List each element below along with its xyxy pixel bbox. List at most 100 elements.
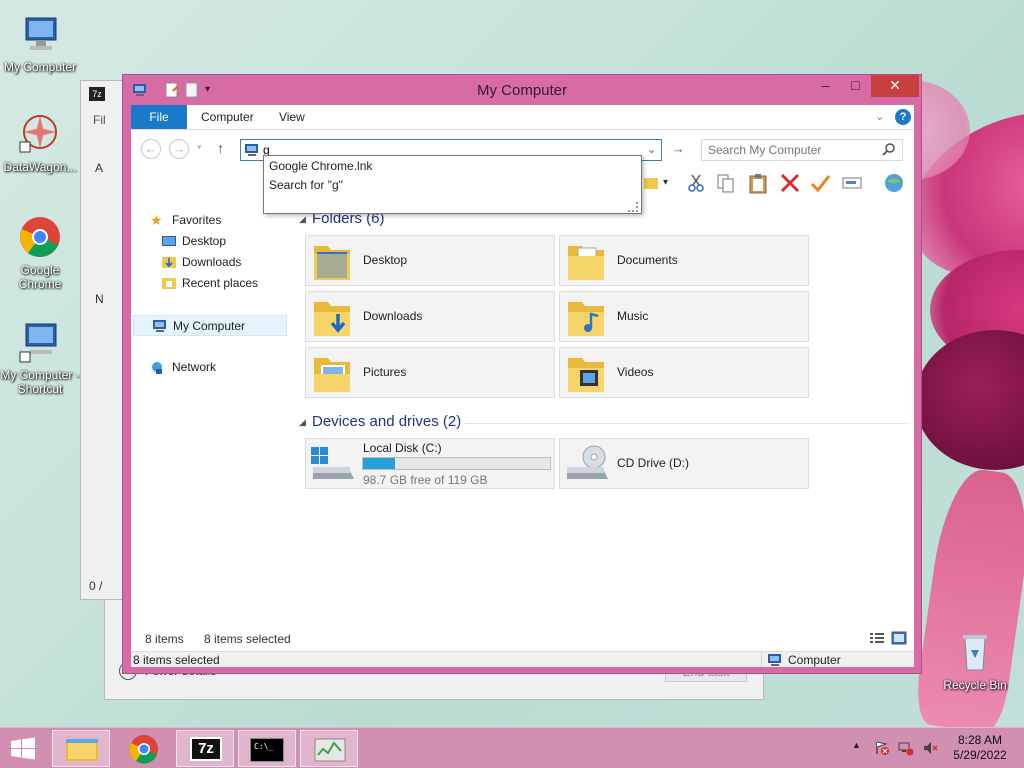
details-view-icon[interactable] [869,631,885,648]
folder-options-icon[interactable] [641,172,663,194]
datawagon-icon [18,112,62,156]
cut-icon[interactable] [685,172,707,194]
folder-tile-downloads[interactable]: Downloads [305,291,555,342]
chrome-icon [129,735,158,764]
start-button[interactable] [8,736,38,762]
tiles-view-icon[interactable] [891,630,907,649]
recycle-bin-icon [953,630,997,674]
desktop-icon-google-chrome[interactable]: Google Chrome [0,215,80,291]
cd-drive-icon [564,443,608,485]
taskbar-7zip[interactable]: 7z [176,730,234,767]
taskbar: 7z C:\_ ▲ 8:28 AM 5/29/2022 [0,727,1024,768]
nav-label: Network [172,360,217,374]
tile-label: Desktop [363,253,408,267]
folder-tile-music[interactable]: Music [559,291,809,342]
minimize-button[interactable]: – [811,75,840,97]
disk-usage-fill [363,458,395,469]
taskbar-clock[interactable]: 8:28 AM 5/29/2022 [940,733,1020,763]
computer-icon [152,319,166,333]
downloads-folder-icon [312,296,352,338]
up-button[interactable]: ↑ [217,140,224,156]
recent-locations-icon[interactable]: ▾ [197,142,202,153]
help-icon[interactable]: ? [895,109,911,125]
taskbar-command-prompt[interactable]: C:\_ [238,730,296,767]
search-input[interactable] [708,142,878,158]
downloads-icon [162,255,176,269]
nav-desktop[interactable]: Desktop [131,231,287,251]
autocomplete-item[interactable]: Search for "g" [269,176,629,194]
computer-icon [767,653,783,670]
status-divider [761,652,762,667]
forward-button[interactable]: → [169,139,189,159]
documents-folder-icon [566,240,606,282]
group-title: Devices and drives (2) [312,413,462,430]
nav-my-computer[interactable]: My Computer [133,315,287,336]
desktop-icon-datawagon[interactable]: DataWagon... [0,112,80,174]
action-center-icon[interactable] [874,740,890,756]
desktop-icon-label: My Computer - Shortcut [0,368,80,396]
toolbar-dropdown-icon[interactable]: ▾ [663,172,675,194]
bg-letter-n: N [95,292,104,306]
bg-status: 0 / [89,579,103,593]
status-bar: 8 items selected Computer [131,651,914,667]
network-status-icon[interactable] [898,740,914,756]
check-icon[interactable] [809,172,831,194]
computer-icon [18,12,62,56]
tab-file[interactable]: File [131,105,187,129]
nav-network[interactable]: Network [131,357,287,377]
resize-grip-icon[interactable] [628,202,638,212]
collapse-icon: ◢ [299,417,306,427]
window-title: My Computer [476,82,568,99]
clock-date: 5/29/2022 [953,748,1007,762]
drive-tile-local-disk-c[interactable]: Local Disk (C:) 98.7 GB free of 119 GB [305,438,555,489]
nav-label: My Computer [173,319,246,333]
hard-drive-icon [310,445,354,487]
go-button[interactable]: → [667,139,689,161]
status-zone: Computer [788,653,841,667]
folder-tile-pictures[interactable]: Pictures [305,347,555,398]
title-bar[interactable]: ▾ My Computer – □ ✕ [123,75,921,105]
close-button[interactable]: ✕ [871,75,919,97]
rename-icon[interactable] [841,172,863,194]
drive-tile-cd-drive-d[interactable]: CD Drive (D:) [559,438,809,489]
folder-tile-videos[interactable]: Videos [559,347,809,398]
search-icon[interactable] [882,143,896,160]
copy-icon[interactable] [715,172,737,194]
autocomplete-item[interactable]: Google Chrome.lnk [269,157,629,175]
tile-label: Videos [617,365,654,379]
back-button[interactable]: ← [141,139,161,159]
maximize-button[interactable]: □ [841,75,870,97]
recent-places-icon [162,276,176,290]
globe-icon[interactable] [883,172,905,194]
computer-shortcut-icon [18,320,62,364]
desktop-icon-label: Recycle Bin [943,678,1007,692]
computer-icon [244,143,260,160]
taskbar-file-explorer[interactable] [52,730,110,767]
pictures-folder-icon [312,352,352,394]
item-count: 8 items [145,632,184,646]
folder-tile-documents[interactable]: Documents [559,235,809,286]
background-window[interactable]: 7z Fil A N 0 / [80,80,126,600]
cmd-icon: C:\_ [250,738,284,762]
bg-letter-a: A [95,161,104,175]
taskbar-google-chrome[interactable] [114,730,172,767]
clock-time: 8:28 AM [957,733,1003,747]
paste-icon[interactable] [747,172,769,194]
show-hidden-icons-icon[interactable]: ▲ [852,740,868,756]
desktop-icon-recycle-bin[interactable]: Recycle Bin [935,630,1015,692]
expand-ribbon-icon[interactable]: ⌄ [875,110,884,123]
volume-muted-icon[interactable] [922,740,938,756]
desktop-icon-my-computer-shortcut[interactable]: My Computer - Shortcut [0,320,80,396]
tab-computer[interactable]: Computer [187,105,268,129]
delete-icon[interactable] [779,172,801,194]
taskbar-task-manager[interactable] [300,730,358,767]
nav-downloads[interactable]: Downloads [131,252,287,272]
status-text: 8 items selected [133,653,220,667]
search-box[interactable] [701,139,903,161]
desktop-icon-my-computer[interactable]: My Computer [0,12,80,74]
tab-view[interactable]: View [265,105,319,129]
address-dropdown-icon[interactable]: ⌄ [647,143,656,156]
folder-tile-desktop[interactable]: Desktop [305,235,555,286]
tile-label: Documents [617,253,678,267]
nav-recent-places[interactable]: Recent places [131,273,287,293]
